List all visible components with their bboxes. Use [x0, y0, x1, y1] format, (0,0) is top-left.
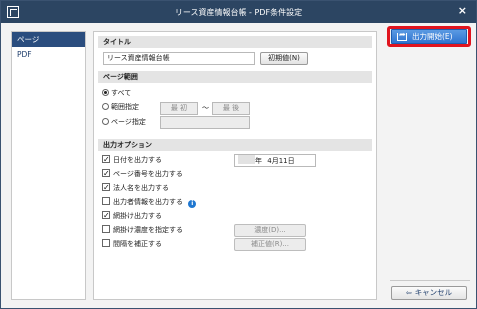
sidebar-item-pdf[interactable]: PDF: [12, 47, 85, 62]
range-from-input[interactable]: 最 初: [160, 102, 198, 115]
range-specify-label: 範囲指定: [111, 103, 139, 111]
window-title: リース資産情報台帳 - PDF条件設定: [174, 8, 303, 17]
page-list-input[interactable]: [160, 116, 250, 129]
date-option[interactable]: 日付を出力する: [102, 155, 162, 166]
title-input[interactable]: リース資産情報台帳: [103, 52, 255, 65]
corp-name-label: 法人名を出力する: [113, 184, 169, 192]
export-icon: [397, 28, 407, 41]
shading-density-option[interactable]: 網掛け濃度を指定する: [102, 225, 183, 236]
date-input[interactable]: 年 4月11日: [234, 154, 316, 167]
info-icon[interactable]: i: [188, 200, 197, 208]
radio-all[interactable]: [102, 89, 109, 96]
corp-name-option[interactable]: 法人名を出力する: [102, 183, 169, 194]
date-value: 4月11日: [267, 157, 295, 165]
range-separator: 〜: [202, 104, 209, 112]
sidebar: ページ PDF: [11, 31, 86, 300]
start-output-button[interactable]: 出力開始(E): [391, 28, 467, 44]
settings-panel: タイトル リース資産情報台帳 初期値(N) ページ範囲 すべて 範囲指定 最 初…: [93, 31, 377, 300]
correction-button[interactable]: 補正値(R)...: [234, 238, 306, 251]
era-year-field[interactable]: [238, 155, 255, 164]
range-all-label: すべて: [111, 89, 132, 97]
shading-checkbox[interactable]: [102, 211, 110, 219]
author-checkbox[interactable]: [102, 197, 110, 205]
shading-label: 網掛け出力する: [113, 212, 162, 220]
output-options-header: 出力オプション: [98, 139, 372, 151]
spacing-label: 間隔を補正する: [113, 240, 162, 248]
reset-title-button[interactable]: 初期値(N): [260, 52, 308, 65]
dialog-window: リース資産情報台帳 - PDF条件設定 × ページ PDF タイトル リース資産…: [0, 0, 477, 309]
page-range-header: ページ範囲: [98, 71, 372, 83]
author-label: 出力者情報を出力する: [113, 198, 183, 206]
start-output-label: 出力開始(E): [412, 32, 453, 41]
range-all-option[interactable]: すべて: [102, 88, 131, 99]
range-specify-option[interactable]: 範囲指定: [102, 102, 139, 113]
shading-option[interactable]: 網掛け出力する: [102, 211, 162, 222]
page-number-label: ページ番号を出力する: [113, 170, 183, 178]
page-number-option[interactable]: ページ番号を出力する: [102, 169, 183, 180]
title-section-header: タイトル: [98, 36, 372, 48]
range-to-input[interactable]: 最 後: [212, 102, 250, 115]
close-icon[interactable]: ×: [458, 5, 467, 17]
back-arrow-icon: ⇦: [405, 289, 412, 297]
shading-density-checkbox[interactable]: [102, 225, 110, 233]
divider: [390, 280, 470, 281]
density-button[interactable]: 濃度(D)...: [234, 224, 306, 237]
corp-name-checkbox[interactable]: [102, 183, 110, 191]
author-option[interactable]: 出力者情報を出力する i: [102, 197, 197, 208]
date-year-label: 年: [255, 157, 262, 165]
action-panel: 出力開始(E) ⇦キャンセル: [384, 23, 476, 308]
cancel-label: キャンセル: [414, 288, 453, 297]
shading-density-label: 網掛け濃度を指定する: [113, 226, 183, 234]
radio-pages[interactable]: [102, 118, 109, 125]
page-specify-option[interactable]: ページ指定: [102, 117, 146, 128]
spacing-checkbox[interactable]: [102, 239, 110, 247]
radio-range[interactable]: [102, 103, 109, 110]
sidebar-item-page[interactable]: ページ: [12, 32, 85, 47]
date-label: 日付を出力する: [113, 156, 162, 164]
date-checkbox[interactable]: [102, 155, 110, 163]
page-specify-label: ページ指定: [111, 118, 146, 126]
page-number-checkbox[interactable]: [102, 169, 110, 177]
cancel-button[interactable]: ⇦ キャンセル: [391, 286, 467, 300]
spacing-option[interactable]: 間隔を補正する: [102, 239, 162, 250]
title-bar: リース資産情報台帳 - PDF条件設定 ×: [1, 1, 476, 23]
